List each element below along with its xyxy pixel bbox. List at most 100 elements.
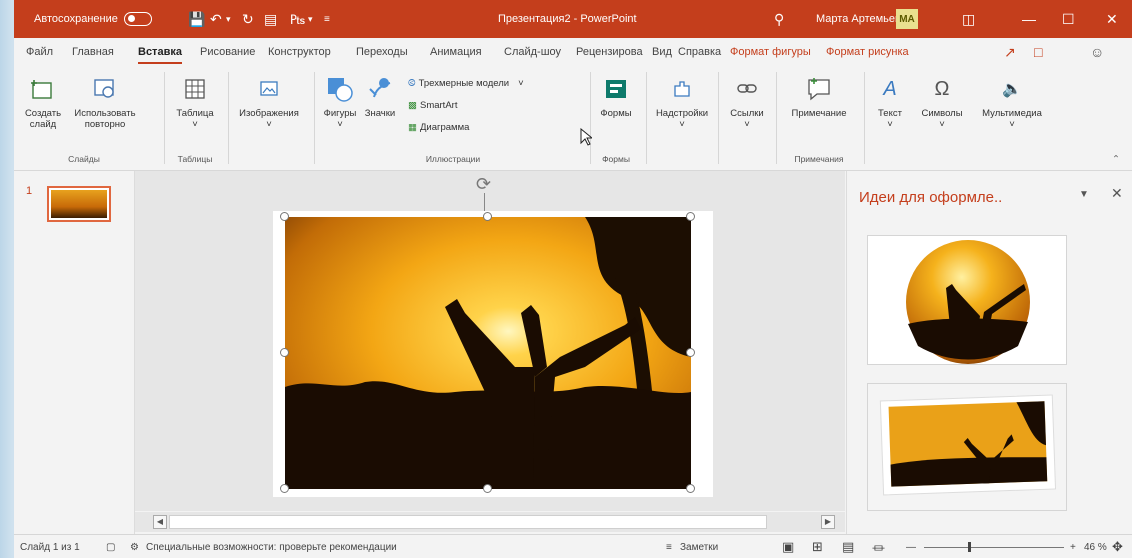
- autosave-toggle[interactable]: [123, 12, 152, 26]
- group-forms-label: Формы: [602, 154, 630, 164]
- tab-insert[interactable]: Вставка: [138, 38, 182, 66]
- slideshow-icon[interactable]: ⏛: [872, 535, 885, 558]
- resize-handle[interactable]: [686, 348, 695, 357]
- accessibility-status[interactable]: Специальные возможности: проверьте реком…: [146, 535, 397, 558]
- addins-icon: [670, 74, 694, 104]
- shapes-button[interactable]: Фигуры ˅: [320, 74, 360, 130]
- resize-handle[interactable]: [280, 348, 289, 357]
- scroll-right-icon[interactable]: ▶: [821, 515, 835, 529]
- scroll-track[interactable]: [169, 515, 767, 529]
- redo-icon[interactable]: ↻: [242, 0, 254, 38]
- resize-handle[interactable]: [483, 212, 492, 221]
- search-icon[interactable]: ⚲: [774, 0, 784, 38]
- smartart-button[interactable]: ▩ SmartArt: [408, 100, 457, 111]
- fit-to-window-icon[interactable]: ✥: [1112, 535, 1123, 558]
- resize-handle[interactable]: [483, 484, 492, 493]
- text-button[interactable]: A Текст ˅: [870, 74, 910, 131]
- tab-transitions[interactable]: Переходы: [356, 38, 408, 66]
- close-panel-icon[interactable]: ✕: [1111, 185, 1123, 202]
- zoom-in-icon[interactable]: +: [1070, 535, 1076, 558]
- rotate-handle-icon[interactable]: ⟳: [476, 174, 491, 195]
- resize-handle[interactable]: [686, 212, 695, 221]
- addins-button[interactable]: Надстройки ˅: [652, 74, 712, 130]
- chart-button[interactable]: ▦ Диаграмма: [408, 122, 469, 133]
- reading-view-icon[interactable]: ▤: [842, 535, 854, 558]
- tab-animations[interactable]: Анимация: [430, 38, 482, 66]
- avatar[interactable]: МА: [896, 9, 918, 29]
- panel-options-icon[interactable]: ▼: [1079, 189, 1089, 200]
- symbols-button[interactable]: Ω Символы ˅: [916, 74, 968, 131]
- tab-shape-format[interactable]: Формат фигуры: [730, 38, 811, 66]
- tab-help[interactable]: Справка: [678, 38, 721, 66]
- share-icon[interactable]: ↗: [1004, 38, 1016, 66]
- media-button[interactable]: 🔈 Мультимедиа ˅: [972, 74, 1052, 130]
- comments-icon[interactable]: □: [1034, 38, 1042, 66]
- design-ideas-title: Идеи для оформле..: [859, 189, 1003, 206]
- design-idea-circle[interactable]: [867, 235, 1067, 365]
- dropdown-icon[interactable]: ▾: [308, 0, 313, 38]
- feedback-smiley-icon[interactable]: ☺: [1090, 38, 1104, 66]
- undo-icon[interactable]: ↶: [210, 0, 222, 38]
- new-slide-button[interactable]: Создать слайд: [20, 74, 66, 130]
- group-comments-label: Примечания: [794, 154, 844, 164]
- spellcheck-icon[interactable]: ▢: [106, 535, 115, 558]
- images-button[interactable]: Изображения ˅: [234, 74, 304, 130]
- presentation-icon[interactable]: ▤: [264, 0, 277, 38]
- resize-handle[interactable]: [686, 484, 695, 493]
- minimize-icon[interactable]: —: [1022, 0, 1036, 38]
- design-idea-tilted-frame[interactable]: [867, 383, 1067, 511]
- scroll-left-icon[interactable]: ◀: [153, 515, 167, 529]
- comment-button[interactable]: Примечание: [784, 74, 854, 119]
- customize-toolbar-icon[interactable]: ≡: [324, 0, 330, 38]
- forms-button[interactable]: Формы: [594, 74, 638, 119]
- notes-button[interactable]: Заметки: [680, 535, 718, 558]
- links-button[interactable]: Ссылки ˅: [724, 74, 770, 130]
- tab-design[interactable]: Конструктор: [268, 38, 331, 66]
- horizontal-scrollbar[interactable]: ◀ ▶: [135, 512, 845, 532]
- slide-counter: Слайд 1 из 1: [20, 541, 80, 553]
- user-name[interactable]: Марта Артемьева: [816, 0, 907, 38]
- close-icon[interactable]: ✕: [1106, 0, 1118, 38]
- maximize-icon[interactable]: ☐: [1062, 0, 1075, 38]
- powerpoint-window: Автосохранение 💾 ↶ ▾ ↻ ▤ ₧ ▾ ≡ Презентац…: [14, 0, 1132, 558]
- icons-button[interactable]: Значки: [362, 74, 398, 119]
- accessibility-icon[interactable]: ⚙: [130, 535, 139, 558]
- tab-home[interactable]: Главная: [72, 38, 114, 66]
- text-icon: A: [883, 77, 897, 100]
- chevron-down-icon: ˅: [744, 119, 750, 130]
- giraffe-sunset-picture[interactable]: [285, 217, 691, 489]
- chevron-down-icon: ˅: [266, 119, 272, 130]
- 3d-models-button[interactable]: ⧀ Трехмерные модели ˅: [408, 78, 524, 89]
- chevron-down-icon: ˅: [518, 78, 524, 89]
- slide-thumbnail[interactable]: [47, 186, 111, 222]
- chevron-down-icon: ˅: [192, 119, 198, 130]
- collapse-ribbon-icon[interactable]: ⌃: [1112, 154, 1120, 165]
- table-button[interactable]: Таблица ˅: [172, 74, 218, 130]
- ribbon-display-icon[interactable]: ◫: [962, 0, 975, 38]
- autosave[interactable]: Автосохранение: [34, 0, 152, 38]
- zoom-slider[interactable]: [924, 535, 1064, 558]
- slide-sorter-icon[interactable]: ⊞: [812, 535, 823, 558]
- slides-panel: 1: [14, 171, 135, 534]
- group-slides-label: Слайды: [68, 154, 100, 164]
- save-icon[interactable]: 💾: [188, 0, 205, 38]
- reuse-slides-button[interactable]: Использовать повторно: [72, 74, 138, 130]
- document-title: Презентация2 - PowerPoint: [498, 13, 637, 25]
- normal-view-icon[interactable]: ▣: [782, 535, 794, 558]
- tab-review[interactable]: Рецензирова: [576, 38, 643, 66]
- notes-icon[interactable]: ≡: [666, 535, 672, 558]
- smartart-icon: ▩: [408, 100, 417, 111]
- resize-handle[interactable]: [280, 484, 289, 493]
- tab-picture-format[interactable]: Формат рисунка: [826, 38, 909, 66]
- format-painter-icon[interactable]: ₧: [290, 0, 305, 38]
- chevron-down-icon: ˅: [679, 119, 685, 130]
- zoom-out-icon[interactable]: —: [906, 535, 916, 558]
- icons-icon: [366, 74, 394, 104]
- resize-handle[interactable]: [280, 212, 289, 221]
- undo-dropdown-icon[interactable]: ▾: [226, 0, 231, 38]
- tab-draw[interactable]: Рисование: [200, 38, 255, 66]
- zoom-level[interactable]: 46 %: [1084, 535, 1107, 558]
- tab-file[interactable]: Файл: [26, 38, 53, 66]
- tab-view[interactable]: Вид: [652, 38, 672, 66]
- tab-slideshow[interactable]: Слайд-шоу: [504, 38, 561, 66]
